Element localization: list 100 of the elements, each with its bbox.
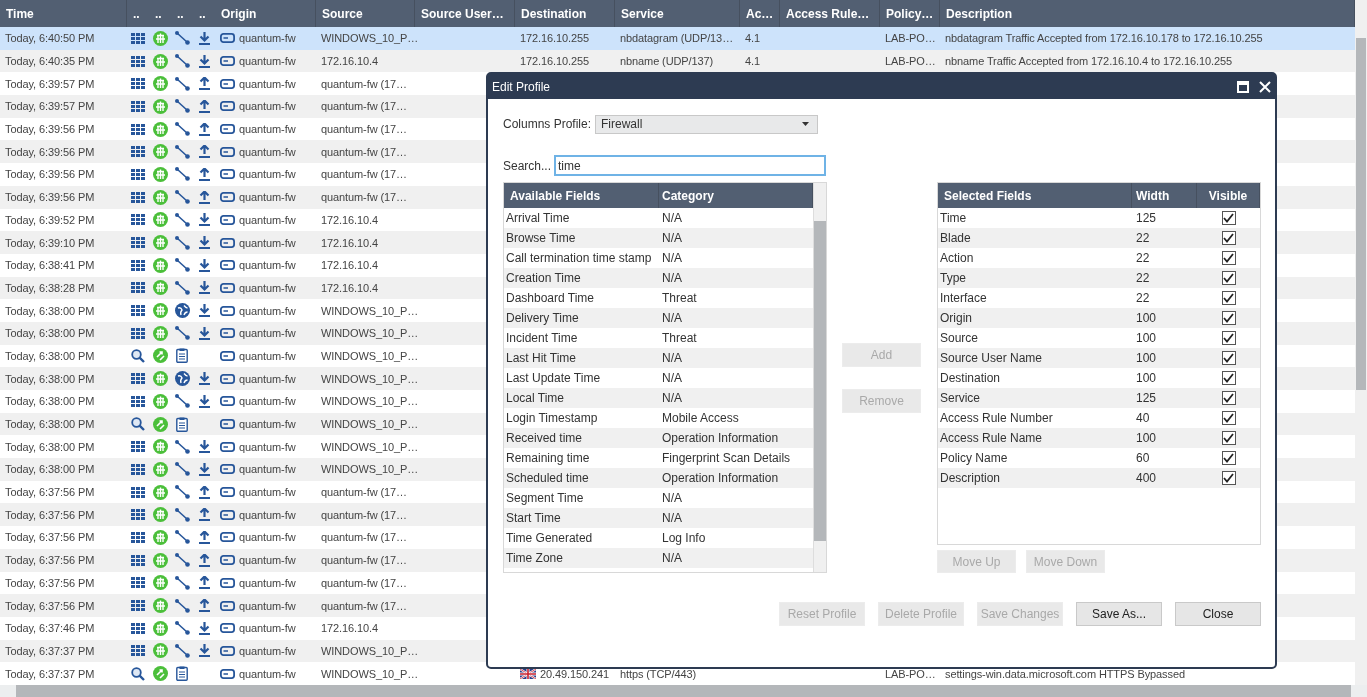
field-name[interactable]: Source [938,331,1132,345]
dialog-button[interactable]: Save As... [1076,602,1162,626]
field-category[interactable]: N/A [659,371,813,385]
table-row[interactable]: Today, 6:40:35 PM quantum-fw 172.16.10.4 172.16.10.255 nbname (UDP/137) 4.1 LAB-PO… nbname Traffic Accepted from 172.16.10.4 to 172.16.10.255 [0,49,1355,73]
search-field[interactable]: time [554,155,827,176]
field-name[interactable]: Source User Name [938,351,1132,365]
table-row[interactable]: Today, 6:40:50 PM quantum-fw WINDOWS_10_P… 172.16.10.255 nbdatagram (UDP/13… 4.1 LAB-PO… nbdatagram Traffic Accepted from 172.16.10.178 to 172.16.10.255 [0,27,1355,50]
field-name[interactable]: Time Generated [504,531,659,545]
field-name[interactable]: Remaining time [504,451,659,465]
visible-checkbox[interactable] [1221,231,1236,245]
field-name[interactable]: Start Time [504,511,659,525]
scrollbar[interactable] [0,685,1367,697]
field-name[interactable]: Access Rule Number [938,411,1132,425]
profile-dropdown[interactable]: Firewall [595,114,819,134]
field-category[interactable]: N/A [659,271,813,285]
field-category[interactable]: N/A [659,311,813,325]
device-icon [220,169,235,180]
visible-checkbox[interactable] [1221,291,1236,305]
field-name[interactable]: Access Rule Name [938,431,1132,445]
field-name[interactable]: Service [938,391,1132,405]
table-cell-text: Today, 6:37:37 PM [4,644,96,657]
field-category[interactable]: N/A [659,351,813,365]
field-category[interactable]: Fingerprint Scan Details [659,451,813,465]
dialog-button[interactable]: Close [1175,602,1261,626]
field-category[interactable]: N/A [659,551,813,565]
field-label: Search... [503,158,552,173]
table-cell: quantum-fw [239,236,296,249]
column-header[interactable]: .. [171,0,193,27]
field-name[interactable]: Browse Time [504,231,659,245]
field-category[interactable]: Threat [659,291,813,305]
field-category[interactable]: Operation Information [659,471,813,485]
table-cell: nbname (UDP/137) [620,55,714,68]
table-cell-text: Today, 6:40:50 PM [4,32,96,45]
device-icon [220,282,235,293]
field-name[interactable]: Policy Name [938,451,1132,465]
field-name[interactable]: Time Zone [504,551,659,565]
visible-checkbox[interactable] [1221,451,1236,465]
visible-checkbox[interactable] [1221,411,1236,425]
visible-checkbox[interactable] [1221,331,1236,345]
field-name[interactable]: Creation Time [504,271,659,285]
field-name[interactable]: Login Timestamp [504,411,659,425]
table-cell: quantum-fw (17… [321,508,407,521]
field-name[interactable]: Interface [938,291,1132,305]
field-name[interactable]: Destination [938,371,1132,385]
field-name[interactable]: Origin [938,311,1132,325]
field-category[interactable]: N/A [659,511,813,525]
table-cell: quantum-fw [239,304,296,317]
field-category[interactable]: Operation Information [659,431,813,445]
visible-checkbox[interactable] [1221,371,1236,385]
field-category[interactable]: Mobile Access [659,411,813,425]
table-cell: WINDOWS_10_P… [321,667,419,680]
field-name[interactable]: Delivery Time [504,311,659,325]
table-cell-text: Today, 6:38:00 PM [4,372,96,385]
field-name[interactable]: Type [938,271,1132,285]
maximize-icon[interactable] [1237,80,1249,93]
field-category[interactable]: N/A [659,251,813,265]
field-name[interactable]: Last Update Time [504,371,659,385]
field-name[interactable]: Scheduled time [504,471,659,485]
scrollbar[interactable] [813,183,826,572]
close-icon[interactable] [1259,80,1271,93]
field-category[interactable]: N/A [659,231,813,245]
device-icon [220,623,235,634]
table-cell: quantum-fw [239,349,296,362]
table-cell: WINDOWS_10_P… [321,304,419,317]
field-category[interactable]: Threat [659,331,813,345]
visible-checkbox[interactable] [1221,251,1236,265]
column-header[interactable]: .. [193,0,215,27]
field-name[interactable]: Incident Time [504,331,659,345]
table-cell: quantum-fw [239,213,296,226]
visible-checkbox[interactable] [1221,431,1236,445]
visible-checkbox[interactable] [1221,311,1236,325]
table-cell: quantum-fw (17… [321,599,407,612]
scrollbar[interactable] [1355,0,1367,685]
field-name[interactable]: Description [938,471,1132,485]
visible-checkbox[interactable] [1221,351,1236,365]
field-name[interactable]: Segment Time [504,491,659,505]
table-cell: quantum-fw (17… [321,531,407,544]
column-header[interactable]: .. [127,0,149,27]
field-name[interactable]: Dashboard Time [504,291,659,305]
field-name[interactable]: Arrival Time [504,211,659,225]
table-cell: quantum-fw [239,440,296,453]
field-name[interactable]: Time [938,211,1132,225]
device-icon [220,396,235,407]
table-cell: 172.16.10.4 [321,259,378,272]
field-name[interactable]: Action [938,251,1132,265]
visible-checkbox[interactable] [1221,471,1236,485]
field-category[interactable]: N/A [659,211,813,225]
field-category[interactable]: N/A [659,491,813,505]
visible-checkbox[interactable] [1221,211,1236,225]
visible-checkbox[interactable] [1221,271,1236,285]
field-name[interactable]: Local Time [504,391,659,405]
table-cell: quantum-fw (17… [321,554,407,567]
field-name[interactable]: Received time [504,431,659,445]
field-name[interactable]: Call termination time stamp [504,251,659,265]
field-name[interactable]: Last Hit Time [504,351,659,365]
field-name[interactable]: Blade [938,231,1132,245]
visible-checkbox[interactable] [1221,391,1236,405]
column-header[interactable]: .. [149,0,171,27]
field-category[interactable]: Log Info [659,531,813,545]
field-category[interactable]: N/A [659,391,813,405]
